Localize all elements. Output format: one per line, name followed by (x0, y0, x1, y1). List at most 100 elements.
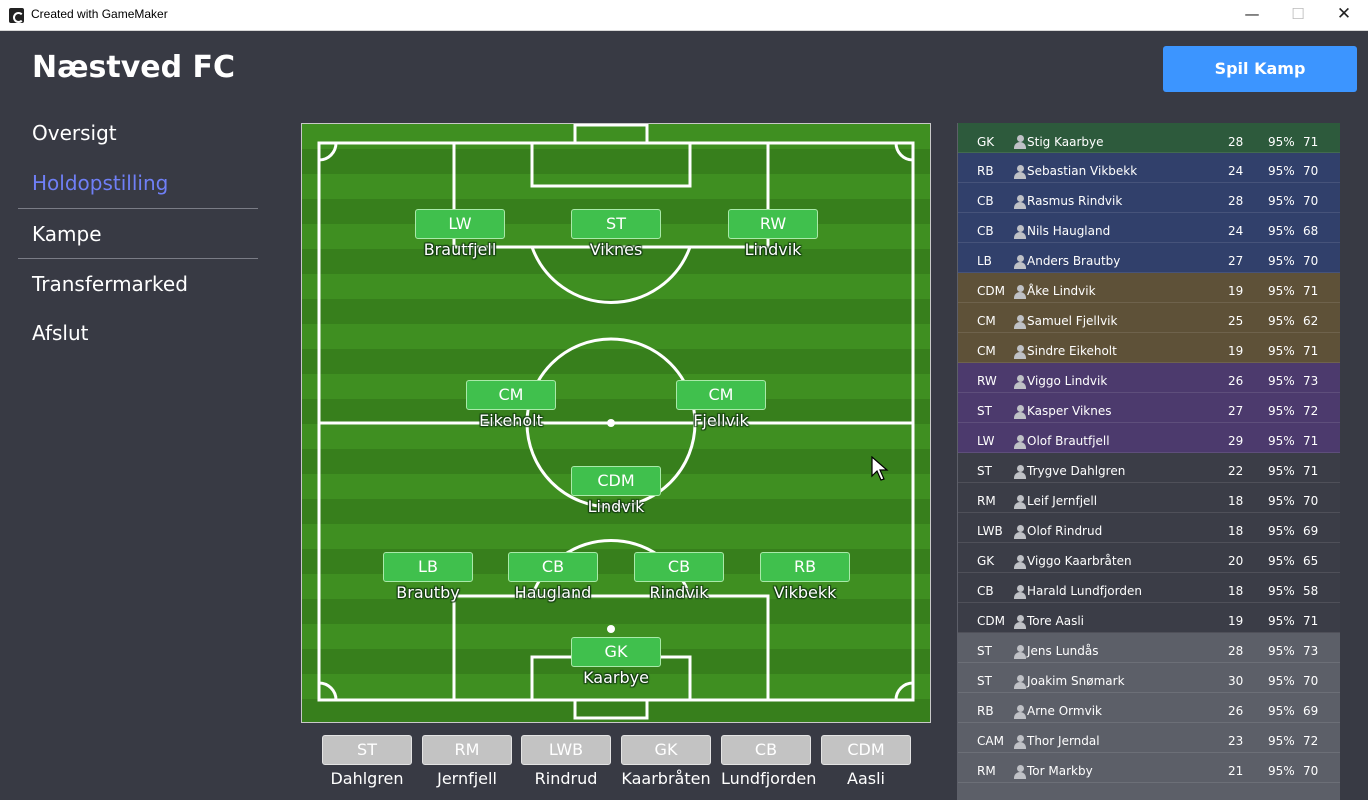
squad-row[interactable]: CM Sindre Eikeholt 19 95% 71 (958, 333, 1340, 363)
position-button[interactable]: CM (466, 380, 556, 410)
squad-row[interactable]: CB Nils Haugland 24 95% 68 (958, 213, 1340, 243)
position-button[interactable]: LW (415, 209, 505, 239)
squad-row[interactable]: RB Sebastian Vikbekk 24 95% 70 (958, 153, 1340, 183)
player-name: Lindvik (744, 240, 802, 259)
lineup-slot-st[interactable]: ST Viknes (571, 209, 661, 259)
position-button[interactable]: ST (571, 209, 661, 239)
squad-row[interactable]: CDM Tore Aasli 19 95% 71 (958, 603, 1340, 633)
bench-player-name: Jernfjell (437, 769, 497, 788)
lineup-slot-cdm[interactable]: CDM Lindvik (571, 466, 661, 516)
top-goal (573, 124, 649, 145)
bottom-goal (573, 698, 649, 720)
menu-item-oversigt[interactable]: Oversigt (18, 108, 258, 158)
player-icon (1014, 285, 1026, 299)
menu-item-afslut[interactable]: Afslut (18, 308, 258, 358)
player-name: Haugland (514, 583, 592, 602)
main-menu: Oversigt Holdopstilling Kampe Transferma… (18, 108, 258, 358)
squad-row[interactable]: RB Arne Ormvik 26 95% 69 (958, 693, 1340, 723)
squad-row[interactable]: CAM Thor Jerndal 23 95% 72 (958, 723, 1340, 753)
squad-row[interactable]: CDM Åke Lindvik 19 95% 71 (958, 273, 1340, 303)
close-icon[interactable]: ✕ (1321, 0, 1367, 31)
lineup-slot-cb-right[interactable]: CB Rindvik (634, 552, 724, 602)
squad-row-partial[interactable] (958, 783, 1340, 800)
squad-list[interactable]: GK Stig Kaarbye 28 95% 71 RB Sebastian Vikbek… (957, 123, 1340, 800)
lineup-slot-cm-left[interactable]: CM Eikeholt (466, 380, 556, 430)
center-spot (607, 419, 615, 427)
bench-player-name: Dahlgren (330, 769, 404, 788)
menu-item-transfermarked[interactable]: Transfermarked (18, 258, 258, 308)
player-icon (1014, 255, 1026, 269)
bench-position-button[interactable]: RM (422, 735, 512, 765)
bench-position-button[interactable]: CDM (821, 735, 911, 765)
lineup-slot-gk[interactable]: GK Kaarbye (571, 637, 661, 687)
mouse-cursor-icon (871, 456, 889, 481)
squad-row[interactable]: GK Stig Kaarbye 28 95% 71 (958, 123, 1340, 153)
menu-item-holdopstilling[interactable]: Holdopstilling (18, 158, 258, 208)
squad-row[interactable]: CM Samuel Fjellvik 25 95% 62 (958, 303, 1340, 333)
player-icon (1014, 405, 1026, 419)
position-button[interactable]: RB (760, 552, 850, 582)
lineup-slot-rb[interactable]: RB Vikbekk (760, 552, 850, 602)
lineup-slot-rw[interactable]: RW Lindvik (728, 209, 818, 259)
window-title: Created with GameMaker (31, 7, 168, 21)
corner-arc-tl (318, 142, 338, 162)
bench-position-button[interactable]: ST (322, 735, 412, 765)
position-button[interactable]: RW (728, 209, 818, 239)
squad-row[interactable]: ST Joakim Snømark 30 95% 70 (958, 663, 1340, 693)
menu-item-label: Oversigt (32, 121, 117, 145)
player-icon (1014, 465, 1026, 479)
bench-player-name: Lundfjorden (721, 769, 817, 788)
player-icon (1014, 735, 1026, 749)
bench-slot[interactable]: CDM Aasli (821, 735, 911, 788)
squad-row[interactable]: LB Anders Brautby 27 95% 70 (958, 243, 1340, 273)
player-name: Eikeholt (479, 411, 543, 430)
player-name: Vikbekk (773, 583, 837, 602)
bench-slot[interactable]: GK Kaarbråten (621, 735, 711, 788)
bench-player-name: Rindrud (534, 769, 598, 788)
squad-row[interactable]: RM Leif Jernfjell 18 95% 70 (958, 483, 1340, 513)
squad-scrollbar[interactable] (1340, 123, 1368, 800)
bench-position-button[interactable]: LWB (521, 735, 611, 765)
corner-arc-tr (894, 142, 914, 162)
bench-position-button[interactable]: GK (621, 735, 711, 765)
bench-slot[interactable]: ST Dahlgren (322, 735, 412, 788)
position-button[interactable]: GK (571, 637, 661, 667)
squad-row[interactable]: ST Jens Lundås 28 95% 73 (958, 633, 1340, 663)
position-button[interactable]: LB (383, 552, 473, 582)
squad-row[interactable]: CB Rasmus Rindvik 28 95% 70 (958, 183, 1340, 213)
play-match-button[interactable]: Spil Kamp (1163, 46, 1357, 92)
bench-slot[interactable]: LWB Rindrud (521, 735, 611, 788)
bottom-penalty-spot (607, 625, 615, 633)
minimize-icon[interactable]: — (1229, 0, 1275, 31)
pitch: LW Brautfjell ST Viknes RW Lindvik CM Ei… (301, 123, 931, 723)
menu-item-label: Kampe (32, 222, 102, 246)
squad-row[interactable]: GK Viggo Kaarbråten 20 95% 65 (958, 543, 1340, 573)
position-button[interactable]: CDM (571, 466, 661, 496)
player-icon (1014, 495, 1026, 509)
position-button[interactable]: CB (508, 552, 598, 582)
lineup-slot-lb[interactable]: LB Brautby (383, 552, 473, 602)
position-button[interactable]: CB (634, 552, 724, 582)
gamemaker-icon (9, 8, 24, 23)
squad-row[interactable]: RW Viggo Lindvik 26 95% 73 (958, 363, 1340, 393)
player-name: Brautfjell (423, 240, 497, 259)
bench-slot[interactable]: CB Lundfjorden (721, 735, 817, 788)
squad-row[interactable]: RM Tor Markby 21 95% 70 (958, 753, 1340, 783)
player-name: Rindvik (649, 583, 709, 602)
bench-position-button[interactable]: CB (721, 735, 811, 765)
squad-row[interactable]: LW Olof Brautfjell 29 95% 71 (958, 423, 1340, 453)
menu-item-kampe[interactable]: Kampe (18, 208, 258, 258)
squad-row[interactable]: ST Kasper Viknes 27 95% 72 (958, 393, 1340, 423)
lineup-slot-cb-left[interactable]: CB Haugland (508, 552, 598, 602)
maximize-icon[interactable]: ☐ (1275, 0, 1321, 31)
bench-slot[interactable]: RM Jernfjell (422, 735, 512, 788)
squad-row[interactable]: ST Trygve Dahlgren 22 95% 71 (958, 453, 1340, 483)
position-button[interactable]: CM (676, 380, 766, 410)
squad-row[interactable]: LWB Olof Rindrud 18 95% 69 (958, 513, 1340, 543)
player-icon (1014, 195, 1026, 209)
squad-row[interactable]: CB Harald Lundfjorden 18 95% 58 (958, 573, 1340, 603)
lineup-slot-cm-right[interactable]: CM Fjellvik (676, 380, 766, 430)
lineup-slot-lw[interactable]: LW Brautfjell (415, 209, 505, 259)
player-icon (1014, 315, 1026, 329)
player-icon (1014, 135, 1026, 149)
